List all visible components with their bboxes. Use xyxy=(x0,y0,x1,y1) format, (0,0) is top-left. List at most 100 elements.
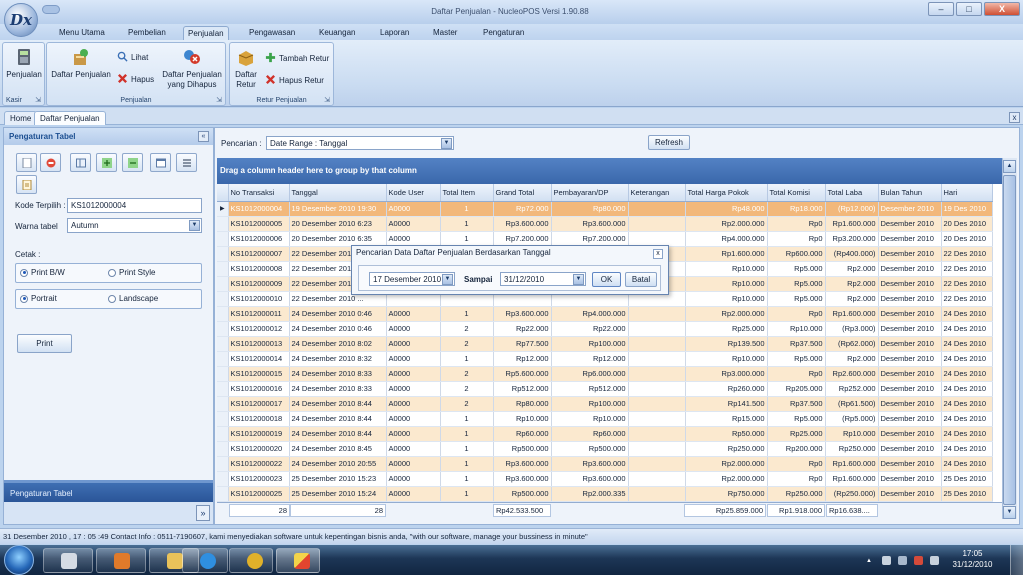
table-cell[interactable] xyxy=(628,396,686,412)
table-cell[interactable]: KS1012000022 xyxy=(228,456,290,472)
table-cell[interactable]: Desember 2010 xyxy=(878,381,942,397)
column-header[interactable]: Total Komisi xyxy=(767,184,826,202)
table-cell[interactable]: Rp0 xyxy=(767,216,826,232)
table-row[interactable]: KS1012000022 24 Desember 2010 20:55 A0000 1… xyxy=(217,456,993,472)
table-row[interactable]: KS1012000011 24 Desember 2010 0:46 A0000 1 R… xyxy=(217,306,993,322)
table-cell[interactable]: Rp10.000 xyxy=(685,351,768,367)
table-cell[interactable] xyxy=(628,441,686,457)
quick-access-toolbar[interactable] xyxy=(42,5,60,14)
table-cell[interactable]: Rp3.600.000 xyxy=(551,216,629,232)
table-cell[interactable]: 24 Desember 2010 8:33 xyxy=(289,366,387,382)
table-cell[interactable]: KS1012000017 xyxy=(228,396,290,412)
table-cell[interactable]: Rp1.600.000 xyxy=(825,306,879,322)
table-cell[interactable]: Rp2.000.335 xyxy=(551,486,629,502)
table-cell[interactable]: 1 xyxy=(440,441,494,457)
table-cell[interactable]: Desember 2010 xyxy=(878,471,942,487)
table-cell[interactable]: 20 Desember 2010 6:23 xyxy=(289,216,387,232)
table-cell[interactable]: 19 Desember 2010 19:30 xyxy=(289,201,387,217)
table-cell[interactable]: Rp72.000 xyxy=(493,201,552,217)
table-cell[interactable]: A0000 xyxy=(386,306,441,322)
chevron-down-icon[interactable]: ▼ xyxy=(573,274,584,285)
table-cell[interactable]: Desember 2010 xyxy=(878,456,942,472)
group-expand-icon[interactable]: ⇲ xyxy=(324,96,330,104)
table-cell[interactable]: Rp2.000 xyxy=(825,351,879,367)
table-cell[interactable]: (Rp250.000) xyxy=(825,486,879,502)
row-indicator[interactable] xyxy=(217,426,229,442)
table-cell[interactable]: Rp100.000 xyxy=(551,336,629,352)
table-cell[interactable] xyxy=(628,351,686,367)
group-expand-icon[interactable]: ⇲ xyxy=(216,96,222,104)
table-cell[interactable]: KS1012000013 xyxy=(228,336,290,352)
row-indicator[interactable] xyxy=(217,246,229,262)
collapse-panel-icon[interactable]: « xyxy=(198,131,209,142)
table-cell[interactable]: A0000 xyxy=(386,201,441,217)
table-cell[interactable]: Rp80.000 xyxy=(551,201,629,217)
table-cell[interactable]: Rp50.000 xyxy=(685,426,768,442)
table-cell[interactable]: Rp2.000.000 xyxy=(685,456,768,472)
doc-tab-home[interactable]: Home xyxy=(4,111,38,125)
landscape-radio[interactable]: Landscape xyxy=(108,294,158,303)
scrollbar-thumb[interactable] xyxy=(1003,175,1016,505)
table-cell[interactable]: Rp3.600.000 xyxy=(493,216,552,232)
table-cell[interactable] xyxy=(628,321,686,337)
row-indicator[interactable] xyxy=(217,321,229,337)
table-cell[interactable]: 24 Desember 2010 0:46 xyxy=(289,306,387,322)
table-cell[interactable]: 1 xyxy=(440,456,494,472)
column-header[interactable]: Total Item xyxy=(440,184,494,202)
table-cell[interactable]: KS1012000007 xyxy=(228,246,290,262)
table-cell[interactable]: Rp5.000 xyxy=(767,291,826,307)
column-header[interactable]: Total Laba xyxy=(825,184,879,202)
taskbar-app-2[interactable] xyxy=(96,548,146,573)
table-cell[interactable]: 20 Desember 2010 6:35 xyxy=(289,231,387,247)
minimize-button[interactable]: – xyxy=(928,2,954,16)
tray-alert-icon[interactable] xyxy=(914,556,923,565)
row-indicator[interactable] xyxy=(217,231,229,247)
table-row[interactable]: KS1012000023 25 Desember 2010 15:23 A0000 1… xyxy=(217,471,993,487)
table-cell[interactable]: 22 Des 2010 xyxy=(941,261,993,277)
scroll-down-icon[interactable]: ▼ xyxy=(1003,506,1016,519)
table-cell[interactable]: KS1012000020 xyxy=(228,441,290,457)
table-cell[interactable]: A0000 xyxy=(386,426,441,442)
table-cell[interactable]: 25 Des 2010 xyxy=(941,486,993,502)
kode-terpilih-field[interactable]: KS1012000004 xyxy=(67,198,202,213)
table-cell[interactable] xyxy=(628,381,686,397)
table-cell[interactable]: Rp6.000.000 xyxy=(551,366,629,382)
expand-panel-icon[interactable]: » xyxy=(196,505,210,521)
table-cell[interactable]: Rp7.200.000 xyxy=(493,231,552,247)
tray-flag-icon[interactable] xyxy=(882,556,891,565)
column-header[interactable]: Grand Total xyxy=(493,184,552,202)
window-view-button[interactable] xyxy=(150,153,171,172)
table-cell[interactable]: Rp3.600.000 xyxy=(551,471,629,487)
table-cell[interactable]: 24 Des 2010 xyxy=(941,441,993,457)
batal-button[interactable]: Batal xyxy=(625,272,657,287)
portrait-radio[interactable]: Portrait xyxy=(20,294,57,303)
tambah-retur-button[interactable]: Tambah Retur xyxy=(265,52,329,66)
export-button[interactable] xyxy=(16,175,37,194)
table-cell[interactable]: A0000 xyxy=(386,456,441,472)
app-orb-button[interactable]: Dx xyxy=(4,3,38,37)
table-cell[interactable]: Rp250.000 xyxy=(685,441,768,457)
table-cell[interactable]: Rp10.000 xyxy=(551,411,629,427)
table-row[interactable]: KS1012000014 24 Desember 2010 8:32 A0000 1 R… xyxy=(217,351,993,367)
table-cell[interactable]: 25 Des 2010 xyxy=(941,471,993,487)
table-cell[interactable]: Desember 2010 xyxy=(878,201,942,217)
refresh-button[interactable]: Refresh xyxy=(648,135,690,150)
table-cell[interactable]: KS1012000014 xyxy=(228,351,290,367)
table-cell[interactable]: 24 Des 2010 xyxy=(941,381,993,397)
table-cell[interactable]: 24 Des 2010 xyxy=(941,321,993,337)
table-cell[interactable]: Rp10.000 xyxy=(767,321,826,337)
table-cell[interactable]: A0000 xyxy=(386,396,441,412)
column-header[interactable]: Keterangan xyxy=(628,184,686,202)
table-cell[interactable]: 24 Des 2010 xyxy=(941,336,993,352)
pencarian-select[interactable]: Date Range : Tanggal ▼ xyxy=(266,136,454,150)
table-row[interactable]: KS1012000006 20 Desember 2010 6:35 A0000 1 R… xyxy=(217,231,993,247)
table-cell[interactable] xyxy=(628,486,686,502)
table-cell[interactable]: KS1012000004 xyxy=(228,201,290,217)
table-cell[interactable]: Rp5.000 xyxy=(767,276,826,292)
table-cell[interactable]: KS1012000006 xyxy=(228,231,290,247)
table-cell[interactable]: Desember 2010 xyxy=(878,441,942,457)
date-to-picker[interactable]: 31/12/2010 ▼ xyxy=(500,272,586,286)
taskbar-app-nucleopos[interactable] xyxy=(276,548,320,573)
table-cell[interactable]: KS1012000015 xyxy=(228,366,290,382)
table-cell[interactable]: KS1012000018 xyxy=(228,411,290,427)
